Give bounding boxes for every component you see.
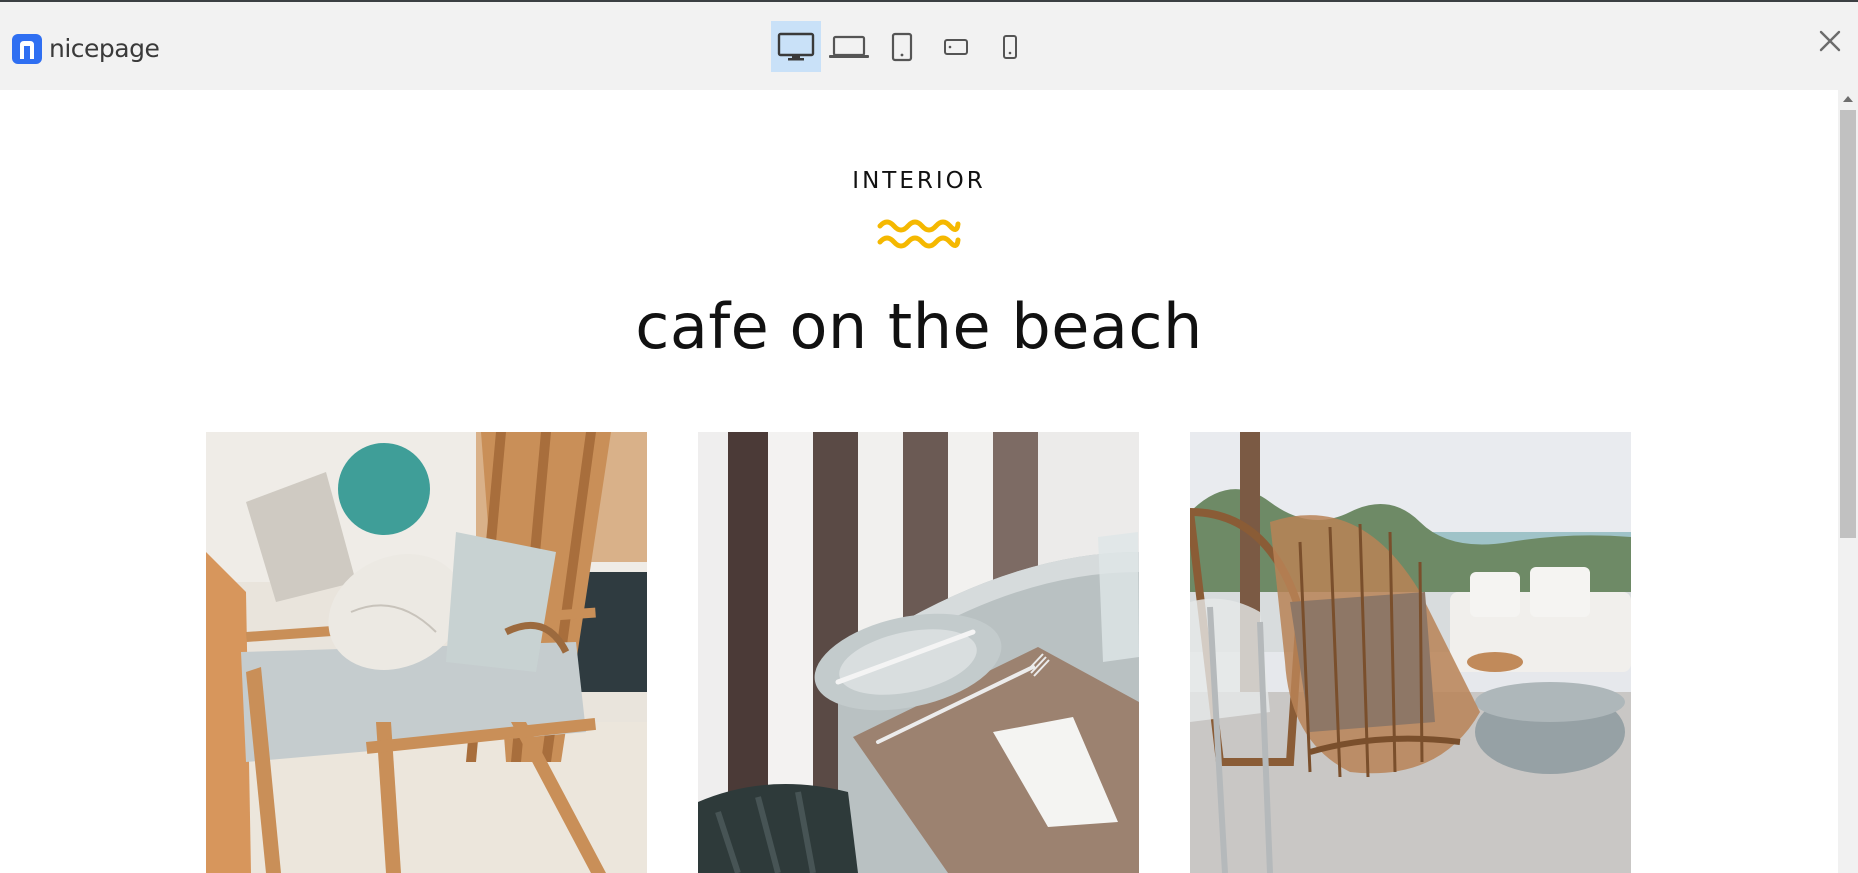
tablet-view-button[interactable] [876, 21, 928, 72]
phone-portrait-icon [1003, 34, 1017, 59]
phone-portrait-view-button[interactable] [984, 21, 1036, 72]
phone-landscape-icon [944, 38, 968, 55]
vertical-scrollbar[interactable] [1838, 90, 1858, 873]
tablet-icon [891, 32, 913, 61]
desktop-view-button[interactable] [771, 21, 821, 72]
scroll-up-icon[interactable] [1843, 96, 1853, 102]
close-preview-button[interactable] [1817, 28, 1843, 54]
logo-mark-icon [12, 34, 42, 64]
gallery-image-terrace [1190, 432, 1631, 873]
logo-text: nicepage [49, 34, 160, 63]
wave-divider-icon [877, 219, 961, 249]
device-switcher [771, 21, 1036, 72]
preview-toolbar: nicepage [0, 2, 1858, 90]
nicepage-logo[interactable]: nicepage [12, 34, 160, 64]
laptop-icon [828, 35, 869, 58]
scrollbar-thumb[interactable] [1840, 110, 1856, 538]
monitor-icon [777, 32, 815, 60]
gallery-image-armchair [206, 432, 647, 873]
page-preview[interactable]: INTERIOR cafe on the beach [0, 90, 1838, 873]
section-kicker: INTERIOR [852, 168, 986, 194]
page-title: cafe on the beach [635, 290, 1203, 363]
close-icon [1819, 30, 1841, 52]
phone-landscape-view-button[interactable] [928, 21, 984, 72]
gallery-image-table-setting [698, 432, 1139, 873]
laptop-view-button[interactable] [821, 21, 876, 72]
